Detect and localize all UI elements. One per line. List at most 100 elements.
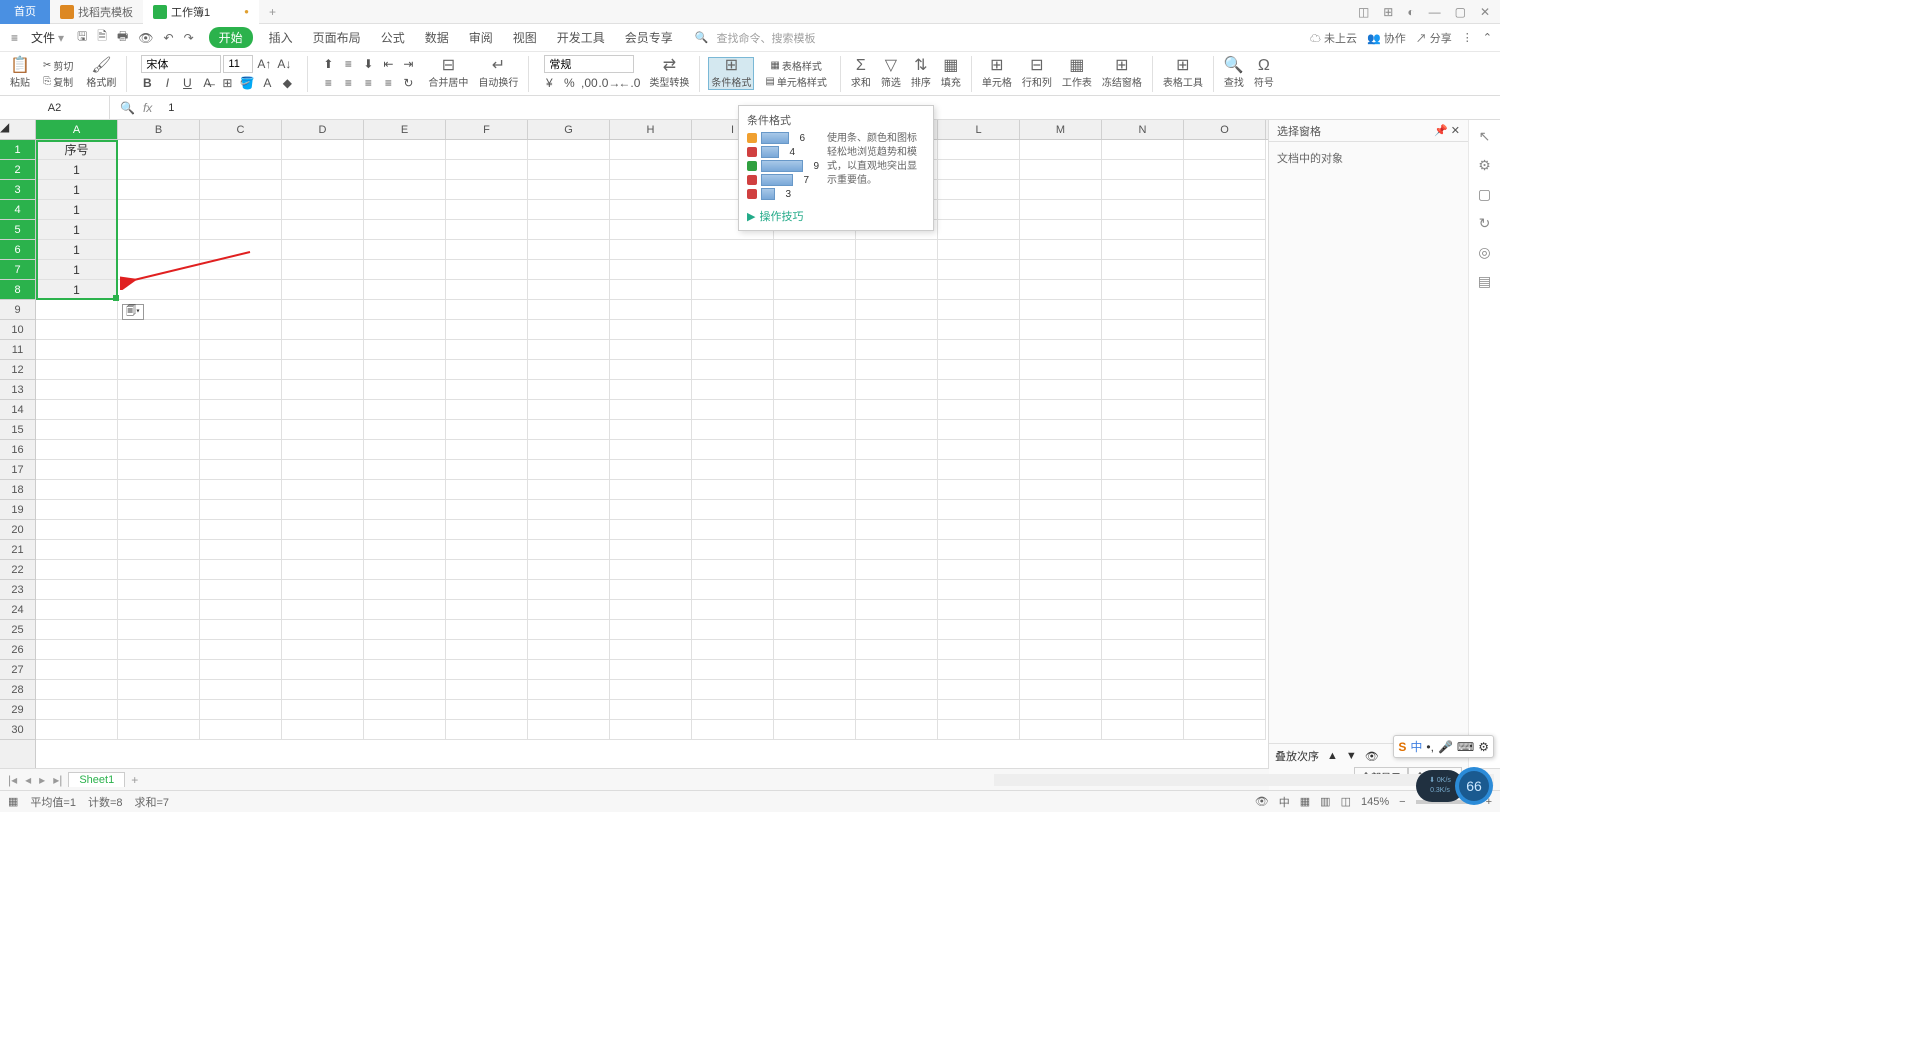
cell-G2[interactable] bbox=[528, 160, 610, 180]
cell-F11[interactable] bbox=[446, 340, 528, 360]
cell-J24[interactable] bbox=[774, 600, 856, 620]
cell-N30[interactable] bbox=[1102, 720, 1184, 740]
cell-I29[interactable] bbox=[692, 700, 774, 720]
cell-F20[interactable] bbox=[446, 520, 528, 540]
cell-G16[interactable] bbox=[528, 440, 610, 460]
cell-C3[interactable] bbox=[200, 180, 282, 200]
cell-C27[interactable] bbox=[200, 660, 282, 680]
cell-A9[interactable] bbox=[36, 300, 118, 320]
indent-inc-icon[interactable]: ⇥ bbox=[399, 55, 417, 73]
cell-B16[interactable] bbox=[118, 440, 200, 460]
cell-F10[interactable] bbox=[446, 320, 528, 340]
cell-D1[interactable] bbox=[282, 140, 364, 160]
cell-J28[interactable] bbox=[774, 680, 856, 700]
cell-K21[interactable] bbox=[856, 540, 938, 560]
cell-K23[interactable] bbox=[856, 580, 938, 600]
col-header-C[interactable]: C bbox=[200, 120, 282, 139]
cell-M5[interactable] bbox=[1020, 220, 1102, 240]
ime-keyboard-icon[interactable]: ⌨ bbox=[1457, 740, 1474, 754]
cell-F15[interactable] bbox=[446, 420, 528, 440]
cell-C8[interactable] bbox=[200, 280, 282, 300]
cell-D11[interactable] bbox=[282, 340, 364, 360]
col-header-O[interactable]: O bbox=[1184, 120, 1266, 139]
cell-B19[interactable] bbox=[118, 500, 200, 520]
cell-I14[interactable] bbox=[692, 400, 774, 420]
ime-toolbar[interactable]: S 中 •, 🎤 ⌨ ⚙ bbox=[1393, 735, 1494, 758]
cell-D16[interactable] bbox=[282, 440, 364, 460]
cell-H26[interactable] bbox=[610, 640, 692, 660]
cell-L11[interactable] bbox=[938, 340, 1020, 360]
cell-C10[interactable] bbox=[200, 320, 282, 340]
cell-H11[interactable] bbox=[610, 340, 692, 360]
cell-E21[interactable] bbox=[364, 540, 446, 560]
cell-L3[interactable] bbox=[938, 180, 1020, 200]
dec-dec-icon[interactable]: ←.0 bbox=[620, 74, 638, 92]
cell-N21[interactable] bbox=[1102, 540, 1184, 560]
cell-H24[interactable] bbox=[610, 600, 692, 620]
cell-G12[interactable] bbox=[528, 360, 610, 380]
cell-L14[interactable] bbox=[938, 400, 1020, 420]
cell-N3[interactable] bbox=[1102, 180, 1184, 200]
cell-L28[interactable] bbox=[938, 680, 1020, 700]
cell-O7[interactable] bbox=[1184, 260, 1266, 280]
cell-B20[interactable] bbox=[118, 520, 200, 540]
cell-B11[interactable] bbox=[118, 340, 200, 360]
cell-M1[interactable] bbox=[1020, 140, 1102, 160]
cell-E11[interactable] bbox=[364, 340, 446, 360]
cell-G10[interactable] bbox=[528, 320, 610, 340]
cell-C11[interactable] bbox=[200, 340, 282, 360]
cell-J26[interactable] bbox=[774, 640, 856, 660]
sheet-nav-next[interactable]: ▸ bbox=[37, 773, 47, 787]
cell-M29[interactable] bbox=[1020, 700, 1102, 720]
select-tool-icon[interactable]: ↖ bbox=[1479, 128, 1491, 145]
border-button[interactable]: ⊞ bbox=[218, 74, 236, 92]
cell-H1[interactable] bbox=[610, 140, 692, 160]
cell-L27[interactable] bbox=[938, 660, 1020, 680]
worksheet-button[interactable]: ▦工作表 bbox=[1060, 58, 1094, 89]
cell-I17[interactable] bbox=[692, 460, 774, 480]
cell-I12[interactable] bbox=[692, 360, 774, 380]
row-header-7[interactable]: 7 bbox=[0, 260, 35, 280]
cell-L25[interactable] bbox=[938, 620, 1020, 640]
cell-A4[interactable]: 1 bbox=[36, 200, 118, 220]
symbol-button[interactable]: Ω符号 bbox=[1252, 58, 1276, 89]
cell-J27[interactable] bbox=[774, 660, 856, 680]
cell-N13[interactable] bbox=[1102, 380, 1184, 400]
cell-A2[interactable]: 1 bbox=[36, 160, 118, 180]
cell-M10[interactable] bbox=[1020, 320, 1102, 340]
cell-D28[interactable] bbox=[282, 680, 364, 700]
cell-M2[interactable] bbox=[1020, 160, 1102, 180]
italic-button[interactable]: I bbox=[158, 74, 176, 92]
row-header-6[interactable]: 6 bbox=[0, 240, 35, 260]
cell-J14[interactable] bbox=[774, 400, 856, 420]
zoom-level[interactable]: 145% bbox=[1361, 796, 1389, 808]
cell-D10[interactable] bbox=[282, 320, 364, 340]
number-format-select[interactable] bbox=[544, 55, 634, 73]
cell-D24[interactable] bbox=[282, 600, 364, 620]
cell-N11[interactable] bbox=[1102, 340, 1184, 360]
cell-M16[interactable] bbox=[1020, 440, 1102, 460]
cell-D3[interactable] bbox=[282, 180, 364, 200]
cell-B14[interactable] bbox=[118, 400, 200, 420]
cell-H17[interactable] bbox=[610, 460, 692, 480]
cells[interactable]: 序号1111111 bbox=[36, 140, 1268, 768]
cell-F9[interactable] bbox=[446, 300, 528, 320]
cell-G6[interactable] bbox=[528, 240, 610, 260]
cell-C19[interactable] bbox=[200, 500, 282, 520]
cell-F28[interactable] bbox=[446, 680, 528, 700]
font-shrink-icon[interactable]: A↓ bbox=[275, 55, 293, 73]
type-convert-button[interactable]: ⇄类型转换 bbox=[647, 58, 691, 89]
cell-J21[interactable] bbox=[774, 540, 856, 560]
cell-K10[interactable] bbox=[856, 320, 938, 340]
more-icon[interactable]: ⋮ bbox=[1462, 31, 1473, 44]
cell-O2[interactable] bbox=[1184, 160, 1266, 180]
cell-O4[interactable] bbox=[1184, 200, 1266, 220]
cell-F12[interactable] bbox=[446, 360, 528, 380]
cell-D19[interactable] bbox=[282, 500, 364, 520]
cell-A19[interactable] bbox=[36, 500, 118, 520]
row-header-2[interactable]: 2 bbox=[0, 160, 35, 180]
cell-D13[interactable] bbox=[282, 380, 364, 400]
cell-E25[interactable] bbox=[364, 620, 446, 640]
undo-icon[interactable]: ↶ bbox=[161, 31, 177, 45]
cell-B30[interactable] bbox=[118, 720, 200, 740]
